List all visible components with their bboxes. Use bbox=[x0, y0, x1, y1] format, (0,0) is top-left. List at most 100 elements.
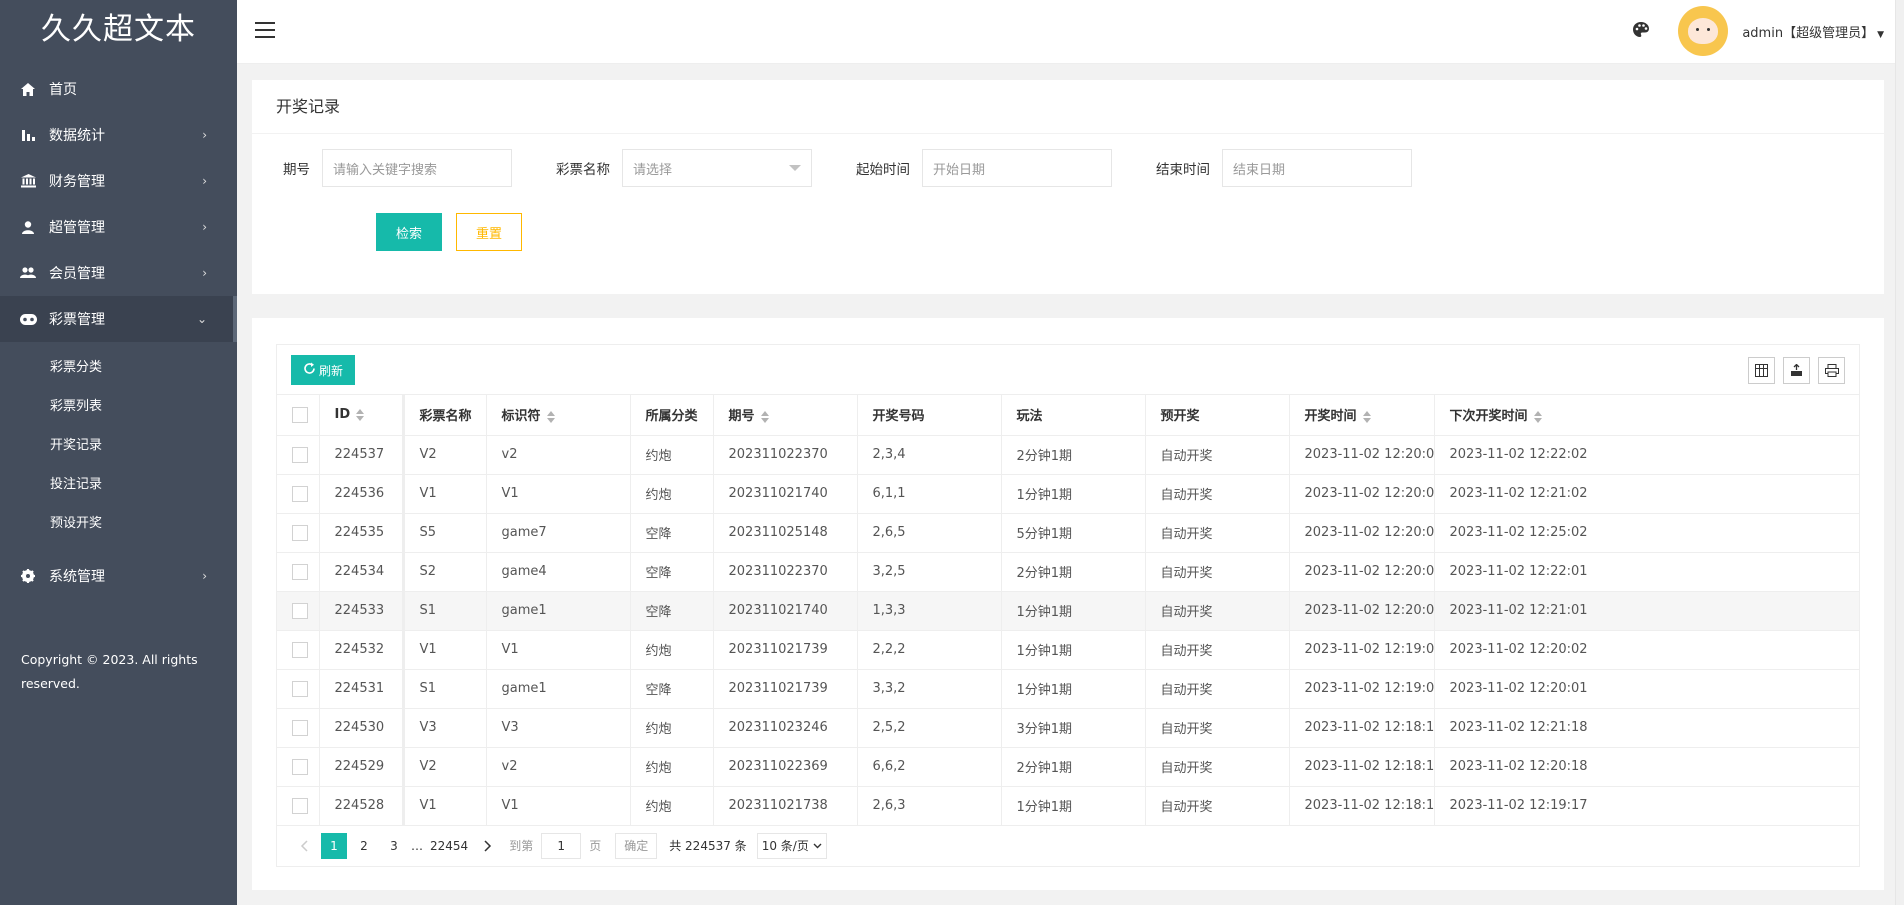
page-size-select[interactable]: 10 条/页 bbox=[756, 832, 827, 859]
columns-filter-icon[interactable] bbox=[1748, 357, 1775, 384]
palette-icon[interactable] bbox=[1632, 21, 1650, 39]
sidebar-item-statistics[interactable]: 数据统计 › bbox=[0, 112, 237, 158]
cell-lottery-name: S5 bbox=[403, 513, 487, 553]
submenu-item-bet-records[interactable]: 投注记录 bbox=[0, 465, 237, 504]
goto-confirm-button[interactable]: 确定 bbox=[615, 832, 658, 859]
table-row[interactable]: 224535 S5 game7 空降 202311025148 2,6,5 5分钟1期 自动开… bbox=[277, 513, 1859, 553]
lottery-name-select[interactable]: 请选择 bbox=[622, 149, 812, 187]
cell-draw-time: 2023-11-02 12:20:02 bbox=[1289, 435, 1435, 475]
table-row[interactable]: 224533 S1 game1 空降 202311021740 1,3,3 1分钟1期 自动开… bbox=[277, 591, 1859, 631]
table-row[interactable]: 224528 V1 V1 约炮 202311021738 2,6,3 1分钟1期 自动开奖 20… bbox=[277, 786, 1859, 826]
sidebar-item-system[interactable]: 系统管理 › bbox=[0, 553, 237, 599]
page-button-3[interactable]: 3 bbox=[381, 833, 407, 859]
export-icon[interactable] bbox=[1783, 357, 1810, 384]
row-checkbox[interactable] bbox=[292, 719, 308, 736]
table-row[interactable]: 224529 V2 v2 约炮 202311022369 6,6,2 2分钟1期 自动开奖 20… bbox=[277, 747, 1859, 787]
table-row[interactable]: 224531 S1 game1 空降 202311021739 3,3,2 1分钟1期 自动开… bbox=[277, 669, 1859, 709]
reset-button[interactable]: 重置 bbox=[456, 213, 522, 251]
column-header-next-draw-time[interactable]: 下次开奖时间 bbox=[1434, 395, 1859, 436]
pagination: 1 2 3 … 22454 到第 1 页 确定 共 224537 条 10 条/… bbox=[277, 826, 1859, 866]
table-row[interactable]: 224537 V2 v2 约炮 202311022370 2,3,4 2分钟1期 自动开奖 20… bbox=[277, 435, 1859, 475]
column-header-draw-numbers: 开奖号码 bbox=[857, 395, 1002, 436]
cell-next-draw-time: 2023-11-02 12:22:02 bbox=[1434, 435, 1859, 475]
column-header-draw-time[interactable]: 开奖时间 bbox=[1289, 395, 1435, 436]
cell-next-draw-time: 2023-11-02 12:21:01 bbox=[1434, 591, 1859, 631]
cell-identifier: game1 bbox=[486, 669, 631, 709]
sort-icon[interactable] bbox=[760, 410, 769, 423]
column-header-label: ID bbox=[334, 407, 351, 423]
row-checkbox[interactable] bbox=[292, 524, 308, 541]
sidebar-item-members[interactable]: 会员管理 › bbox=[0, 250, 237, 296]
table-row[interactable]: 224530 V3 V3 约炮 202311023246 2,5,2 3分钟1期 自动开奖 20… bbox=[277, 708, 1859, 748]
row-checkbox[interactable] bbox=[292, 680, 308, 697]
row-checkbox[interactable] bbox=[292, 563, 308, 580]
submenu-item-preset-draw[interactable]: 预设开奖 bbox=[0, 504, 237, 543]
issue-search-input[interactable]: 请输入关键字搜索 bbox=[322, 149, 512, 187]
refresh-button[interactable]: 刷新 bbox=[291, 355, 356, 385]
submenu-item-draw-records[interactable]: 开奖记录 bbox=[0, 426, 237, 465]
avatar[interactable] bbox=[1678, 6, 1728, 56]
cell-lottery-name: V1 bbox=[403, 474, 487, 514]
cell-play-type: 1分钟1期 bbox=[1001, 630, 1146, 670]
row-checkbox[interactable] bbox=[292, 641, 308, 658]
row-select-cell bbox=[277, 552, 320, 592]
row-select-cell bbox=[277, 591, 320, 631]
app-logo[interactable]: 久久超文本 bbox=[0, 0, 237, 60]
menu-toggle-icon[interactable] bbox=[255, 22, 275, 40]
sort-icon[interactable] bbox=[1362, 410, 1371, 423]
sidebar-item-finance[interactable]: 财务管理 › bbox=[0, 158, 237, 204]
chevron-right-icon: › bbox=[202, 220, 207, 234]
sidebar-item-home[interactable]: 首页 bbox=[0, 66, 237, 112]
table-row[interactable]: 224534 S2 game4 空降 202311022370 3,2,5 2分钟1期 自动开… bbox=[277, 552, 1859, 592]
search-form: 期号 请输入关键字搜索 彩票名称 请选择 起始时间 开始日期 结束时间 结束日期 bbox=[252, 149, 1452, 187]
sidebar-item-admin[interactable]: 超管管理 › bbox=[0, 204, 237, 250]
select-all-checkbox[interactable] bbox=[292, 406, 308, 423]
page-button-1[interactable]: 1 bbox=[321, 832, 347, 859]
column-header-identifier[interactable]: 标识符 bbox=[486, 395, 631, 436]
page-button-2[interactable]: 2 bbox=[351, 833, 377, 859]
submenu-item-lottery-list[interactable]: 彩票列表 bbox=[0, 387, 237, 426]
cell-category: 空降 bbox=[630, 591, 714, 631]
cell-id: 224534 bbox=[319, 552, 405, 592]
cell-play-type: 2分钟1期 bbox=[1001, 552, 1146, 592]
table-header-row: ID 彩票名称 标识符 所属分类 期号 开奖号码 玩法 预开奖 开奖时间 下次开… bbox=[277, 395, 1859, 436]
cell-identifier: V1 bbox=[486, 786, 631, 826]
end-time-label: 结束时间 bbox=[1156, 162, 1210, 178]
row-checkbox[interactable] bbox=[292, 446, 308, 463]
submenu-item-lottery-category[interactable]: 彩票分类 bbox=[0, 348, 237, 387]
page-button-last[interactable]: 22454 bbox=[427, 833, 471, 859]
next-page-icon[interactable] bbox=[475, 833, 501, 859]
table-row[interactable]: 224536 V1 V1 约炮 202311021740 6,1,1 1分钟1期 自动开奖 20… bbox=[277, 474, 1859, 514]
row-checkbox[interactable] bbox=[292, 485, 308, 502]
row-checkbox[interactable] bbox=[292, 797, 308, 814]
prev-page-icon[interactable] bbox=[291, 833, 317, 859]
column-header-issue[interactable]: 期号 bbox=[713, 395, 858, 436]
column-header-id[interactable]: ID bbox=[319, 395, 405, 436]
goto-page-input[interactable]: 1 bbox=[541, 832, 582, 859]
user-icon bbox=[18, 220, 38, 234]
cell-issue: 202311021738 bbox=[713, 786, 858, 826]
cell-lottery-name: S1 bbox=[403, 591, 487, 631]
search-actions: 检索 重置 bbox=[376, 213, 522, 251]
sidebar-item-lottery[interactable]: 彩票管理 ⌄ bbox=[0, 296, 237, 342]
cell-lottery-name: V1 bbox=[403, 786, 487, 826]
print-icon[interactable] bbox=[1818, 357, 1845, 384]
sort-icon[interactable] bbox=[546, 410, 555, 423]
page-scrollbar[interactable] bbox=[1895, 0, 1904, 905]
cell-draw-time: 2023-11-02 12:18:17 bbox=[1289, 786, 1435, 826]
cell-category: 约炮 bbox=[630, 435, 714, 475]
row-checkbox[interactable] bbox=[292, 602, 308, 619]
table-row[interactable]: 224532 V1 V1 约炮 202311021739 2,2,2 1分钟1期 自动开奖 20… bbox=[277, 630, 1859, 670]
sort-icon[interactable] bbox=[356, 408, 365, 421]
search-button[interactable]: 检索 bbox=[376, 213, 442, 251]
gamepad-icon bbox=[18, 313, 38, 325]
sort-icon[interactable] bbox=[1533, 410, 1542, 423]
end-date-input[interactable]: 结束日期 bbox=[1222, 149, 1412, 187]
sidebar-menu: 首页 数据统计 › 财务管理 › 超管管理 › 会员管理 › 彩票管理 ⌄ bbox=[0, 66, 237, 342]
row-select-cell bbox=[277, 708, 320, 748]
user-menu[interactable]: admin【超级管理员】 ▼ bbox=[1742, 22, 1884, 41]
row-checkbox[interactable] bbox=[292, 758, 308, 775]
caret-down-icon: ▼ bbox=[1877, 30, 1884, 40]
start-date-input[interactable]: 开始日期 bbox=[922, 149, 1112, 187]
cell-category: 空降 bbox=[630, 669, 714, 709]
